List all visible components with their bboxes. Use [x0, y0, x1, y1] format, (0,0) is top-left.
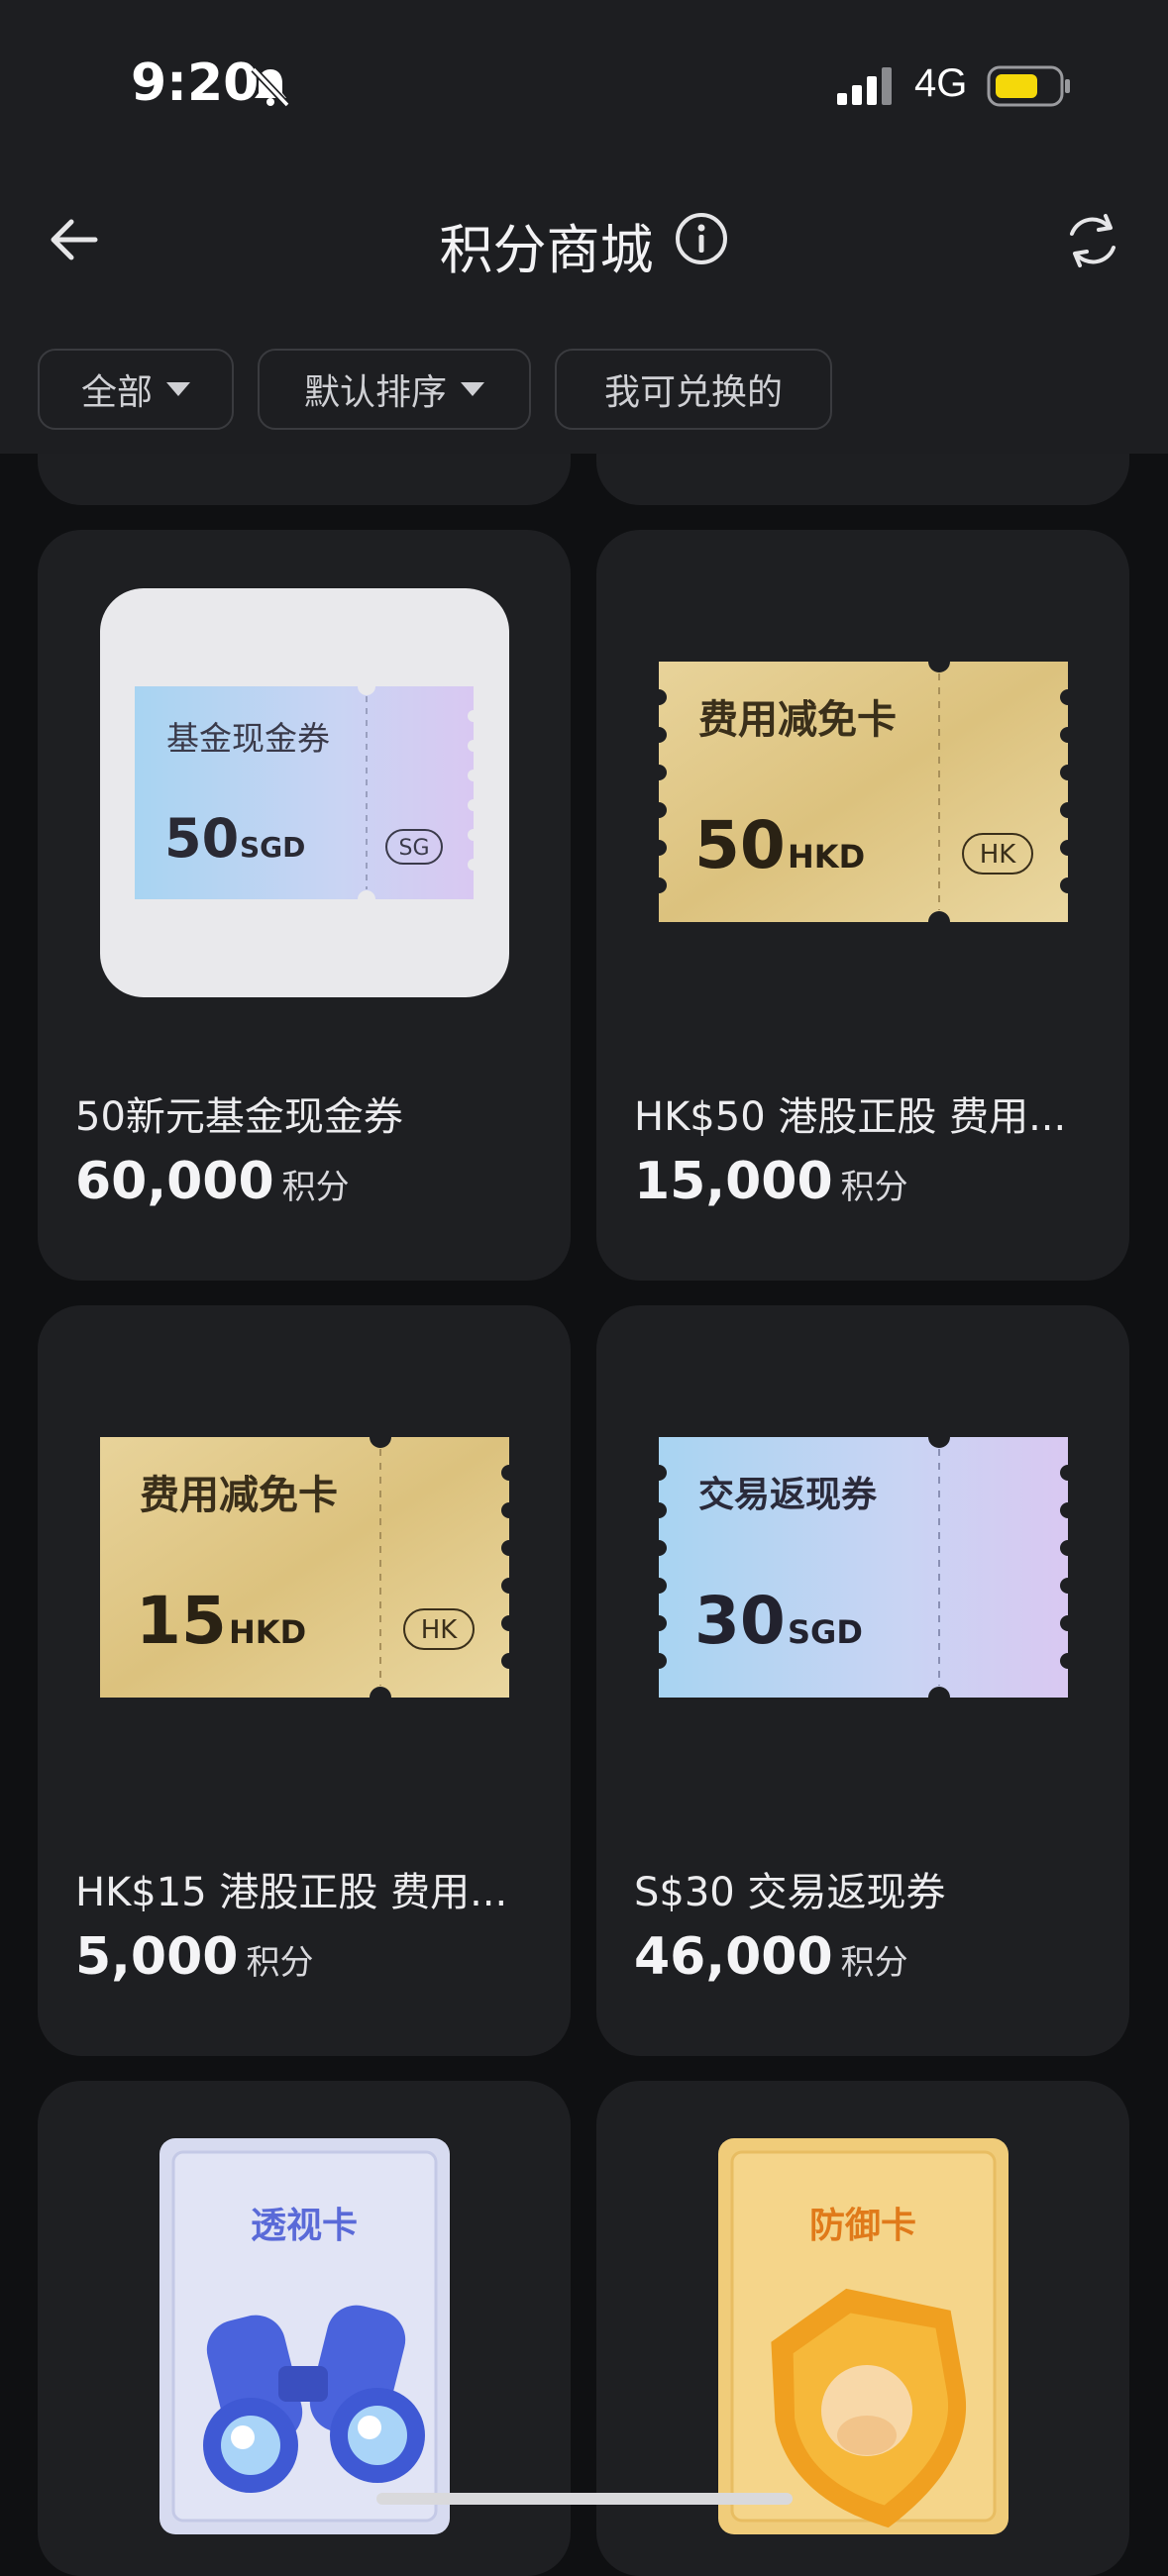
points-value: 60,000 [75, 1152, 274, 1211]
coupon-image: 费用减免卡 15 HKD HK [100, 1437, 509, 1698]
coupon-amount: 15 [136, 1583, 227, 1659]
coupon-title: 基金现金券 [166, 719, 330, 758]
product-card[interactable]: 基金现金券 50 SGD SG 50新元基金现金券 60,000 积分 [38, 530, 571, 1281]
info-icon[interactable] [674, 211, 729, 279]
filter-category-label: 全部 [80, 372, 153, 413]
coupon-image: 费用减免卡 50 HKD HK [659, 662, 1068, 922]
product-card[interactable]: 费用减免卡 50 HKD HK HK$50 港股正股 费用... 15,000 积… [596, 530, 1129, 1281]
coupon-amount: 30 [694, 1583, 786, 1659]
coupon-title: 交易返现券 [698, 1474, 878, 1515]
points-unit: 积分 [281, 1168, 350, 1207]
product-card[interactable]: 交易返现券 30 SGD S$30 交易返现券 46,000 积分 [596, 1305, 1129, 2056]
coupon-image: 交易返现券 30 SGD [659, 1437, 1068, 1698]
filter-redeemable[interactable]: 我可兑换的 [555, 349, 832, 430]
filter-category[interactable]: 全部 [38, 349, 234, 430]
coupon-region: HK [421, 1615, 459, 1645]
filter-redeemable-label: 我可兑换的 [603, 372, 783, 413]
coupon-amount: 50 [164, 807, 239, 870]
product-name: S$30 交易返现券 [634, 1870, 946, 1915]
product-price: 46,000 积分 [634, 1927, 908, 1987]
filter-sort-label: 默认排序 [303, 372, 447, 413]
product-name: HK$50 港股正股 费用... [634, 1094, 1067, 1140]
coupon-title: 费用减免卡 [140, 1473, 338, 1518]
refresh-icon[interactable] [1062, 210, 1123, 275]
bell-muted-icon [248, 63, 293, 113]
product-name: HK$15 港股正股 费用... [75, 1870, 508, 1915]
page-title: 积分商城 [439, 219, 654, 281]
product-name: 50新元基金现金券 [75, 1094, 403, 1140]
card-title: 防御卡 [809, 2206, 916, 2246]
card-title: 透视卡 [251, 2206, 358, 2246]
home-indicator [376, 2493, 793, 2505]
coupon-amount: 50 [694, 807, 786, 883]
product-price: 60,000 积分 [75, 1152, 350, 1211]
points-unit: 积分 [840, 1943, 908, 1983]
filter-sort[interactable]: 默认排序 [258, 349, 531, 430]
product-price: 5,000 积分 [75, 1927, 313, 1987]
signal-icon [837, 67, 897, 111]
defense-card-image: 防御卡 [718, 2138, 1009, 2534]
points-value: 5,000 [75, 1927, 239, 1987]
points-value: 46,000 [634, 1927, 833, 1987]
product-card[interactable]: 费用减免卡 15 HKD HK HK$15 港股正股 费用... 5,000 积分 [38, 1305, 571, 2056]
battery-icon [987, 65, 1072, 111]
dropdown-arrow-icon [166, 382, 190, 396]
perspective-card-image: 透视卡 [159, 2138, 450, 2534]
points-unit: 积分 [246, 1943, 314, 1983]
coupon-title: 费用减免卡 [698, 697, 897, 743]
coupon-currency: HKD [229, 1613, 306, 1651]
coupon-currency: SGD [788, 1613, 863, 1651]
page-title-row: 积分商城 [0, 206, 1168, 284]
network-type: 4G [914, 61, 968, 105]
product-price: 15,000 积分 [634, 1152, 908, 1211]
points-value: 15,000 [634, 1152, 833, 1211]
status-time: 9:20 [131, 53, 260, 113]
header: 9:20 4G 积分商城 全部 默认排序 我可兑换的 [0, 0, 1168, 454]
coupon-region: HK [980, 840, 1017, 870]
coupon-image: 基金现金券 50 SGD SG [135, 686, 474, 899]
coupon-currency: HKD [788, 838, 865, 876]
coupon-currency: SGD [240, 831, 305, 864]
dropdown-arrow-icon [461, 382, 484, 396]
coupon-region: SG [398, 836, 429, 861]
points-unit: 积分 [840, 1168, 908, 1207]
